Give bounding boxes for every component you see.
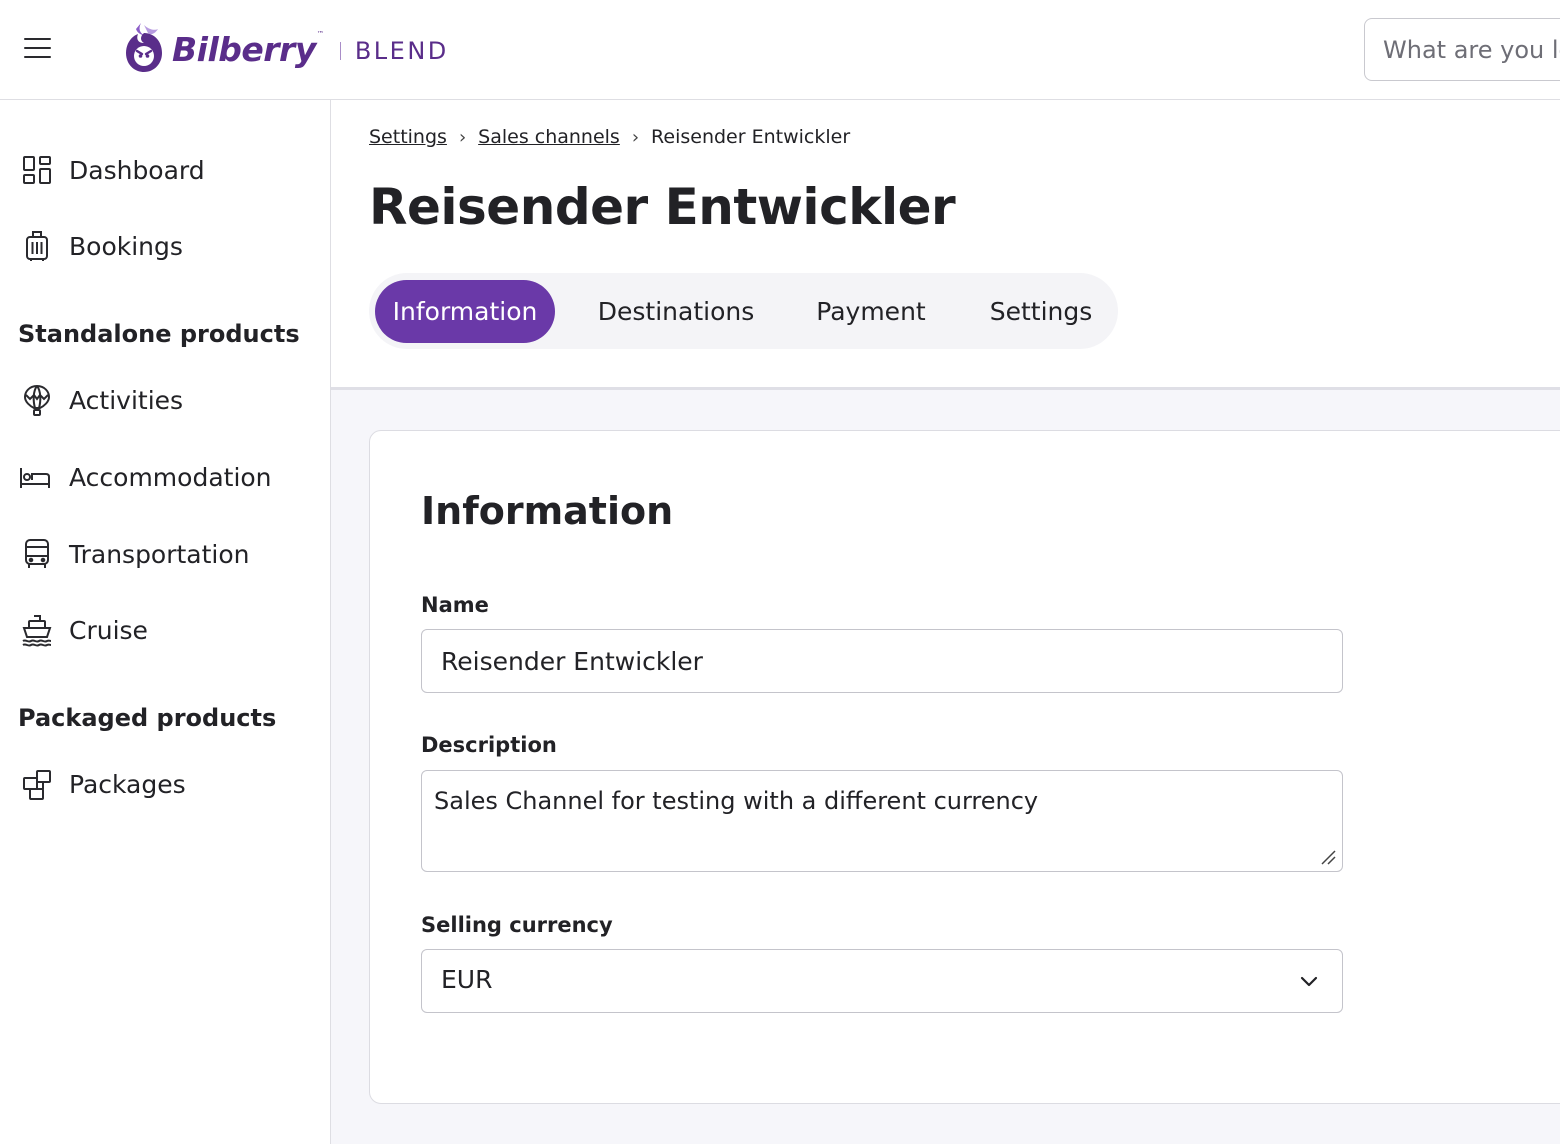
bed-icon: [20, 468, 50, 488]
tab-information[interactable]: Information: [375, 280, 555, 343]
logo-divider: [339, 42, 341, 60]
breadcrumb-separator-icon: ›: [458, 126, 467, 148]
section-heading-packaged: Packaged products: [18, 704, 277, 732]
breadcrumb-link-settings[interactable]: Settings: [369, 126, 447, 148]
selling-currency-select[interactable]: EUR: [421, 949, 1343, 1013]
breadcrumb-separator-icon: ›: [631, 126, 640, 148]
tab-destinations[interactable]: Destinations: [579, 280, 773, 343]
description-field-wrapper: Sales Channel for testing with a differe…: [421, 770, 1343, 872]
search-input[interactable]: [1364, 18, 1560, 81]
selected-currency: EUR: [441, 965, 493, 994]
sidebar-item-accommodation[interactable]: Accommodation: [0, 447, 330, 507]
sidebar-item-label: Bookings: [69, 231, 183, 261]
logo-product-name: BLEND: [354, 37, 449, 65]
main-content: Settings › Sales channels › Reisender En…: [331, 100, 1560, 1144]
page-title: Reisender Entwickler: [369, 178, 956, 236]
ship-icon: [22, 615, 52, 647]
breadcrumb: Settings › Sales channels › Reisender En…: [369, 126, 850, 148]
resize-handle-icon[interactable]: [1320, 849, 1336, 865]
luggage-icon: [26, 231, 48, 261]
logo-wordmark: Bilberry: [172, 29, 316, 69]
packages-icon: [23, 770, 51, 800]
tab-settings[interactable]: Settings: [969, 280, 1113, 343]
selling-currency-label: Selling currency: [421, 913, 613, 937]
sidebar-item-transportation[interactable]: Transportation: [0, 524, 330, 584]
top-bar: Bilberry ™ BLEND: [0, 0, 1560, 100]
sidebar-item-activities[interactable]: Activities: [0, 370, 330, 430]
description-label: Description: [421, 733, 557, 757]
sidebar-item-label: Accommodation: [69, 462, 272, 492]
sidebar-item-label: Dashboard: [69, 155, 205, 185]
hamburger-menu-icon[interactable]: [24, 38, 51, 58]
hot-air-balloon-icon: [23, 384, 51, 416]
sidebar-item-label: Cruise: [69, 615, 148, 645]
sidebar-item-bookings[interactable]: Bookings: [0, 216, 330, 276]
sidebar-item-dashboard[interactable]: Dashboard: [0, 140, 330, 200]
sidebar-item-label: Activities: [69, 385, 184, 415]
card-title: Information: [421, 489, 674, 533]
sidebar-item-label: Transportation: [69, 539, 250, 569]
description-field[interactable]: Sales Channel for testing with a differe…: [422, 771, 1342, 871]
content-area: Information Name Description Sales Chann…: [331, 390, 1560, 1144]
dashboard-icon: [23, 156, 51, 184]
sidebar-item-packages[interactable]: Packages: [0, 754, 330, 814]
bilberry-logo-icon: [126, 23, 162, 72]
sidebar-item-label: Packages: [69, 769, 186, 799]
sidebar-item-cruise[interactable]: Cruise: [0, 600, 330, 660]
chevron-down-icon: [1300, 976, 1318, 987]
section-heading-standalone: Standalone products: [18, 320, 300, 348]
tab-payment[interactable]: Payment: [799, 280, 943, 343]
breadcrumb-link-sales-channels[interactable]: Sales channels: [478, 126, 620, 148]
bilberry-logo[interactable]: Bilberry ™ BLEND: [124, 20, 449, 76]
page-header: Settings › Sales channels › Reisender En…: [331, 100, 1560, 390]
name-field[interactable]: [421, 629, 1343, 693]
logo-trademark: ™: [316, 30, 324, 38]
breadcrumb-current: Reisender Entwickler: [651, 126, 851, 148]
tab-bar: Information Destinations Payment Setting…: [369, 273, 1118, 349]
name-label: Name: [421, 593, 489, 617]
bus-icon: [25, 539, 49, 568]
information-card: Information Name Description Sales Chann…: [369, 430, 1560, 1104]
sidebar: Dashboard Bookings Standalone products A…: [0, 100, 331, 1144]
